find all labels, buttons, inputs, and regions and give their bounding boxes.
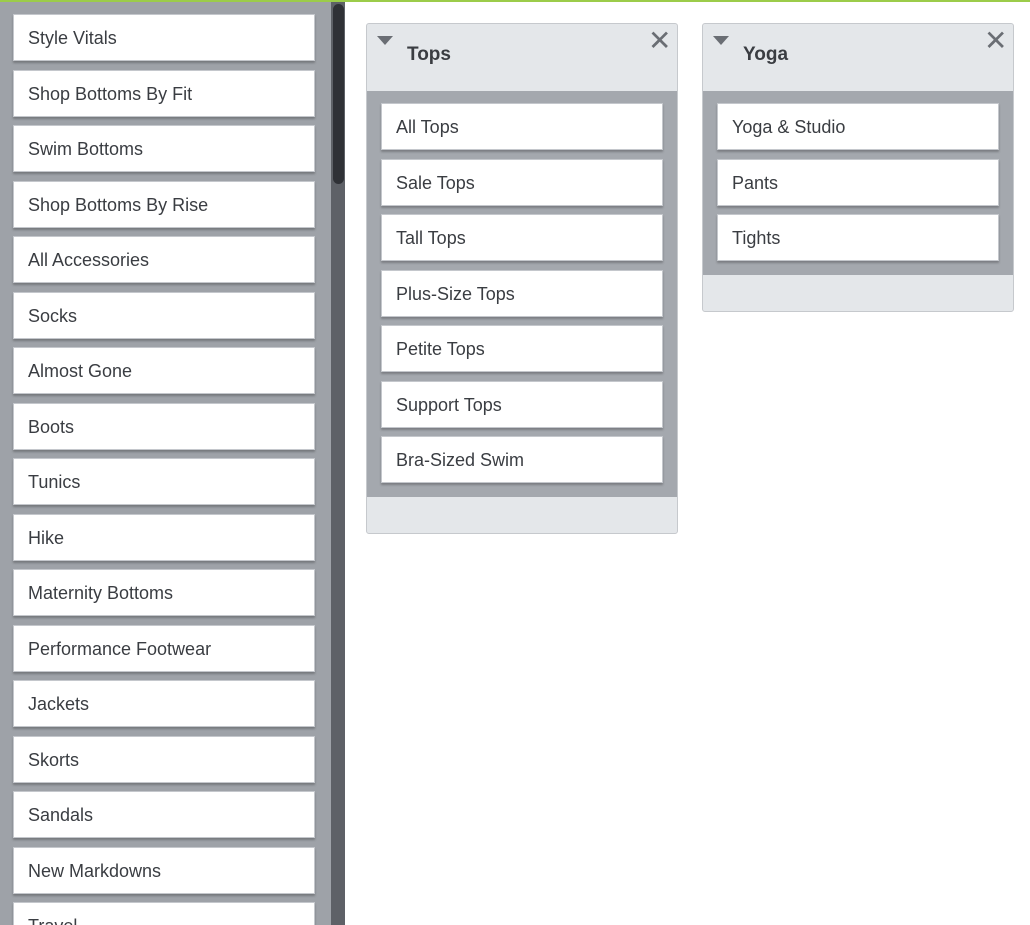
sidebar-item[interactable]: Shop Bottoms By Rise (13, 180, 315, 228)
sidebar-item[interactable]: Style Vitals (13, 14, 315, 61)
sidebar-item[interactable]: Almost Gone (13, 347, 315, 394)
panel-item[interactable]: Tights (717, 214, 999, 261)
panel-item[interactable]: Petite Tops (381, 325, 663, 372)
category-sidebar: Style Vitals Shop Bottoms By Fit Swim Bo… (0, 2, 345, 925)
panel-yoga: Yoga ✕ Yoga & Studio Pants Tights (702, 23, 1014, 312)
close-icon[interactable]: ✕ (984, 27, 1007, 55)
sidebar-scrollbar-thumb[interactable] (333, 4, 344, 184)
panel-item[interactable]: Bra-Sized Swim (381, 436, 663, 483)
sidebar-item[interactable]: Hike (13, 513, 315, 561)
close-icon[interactable]: ✕ (648, 27, 671, 55)
sidebar-item[interactable]: Tunics (13, 458, 315, 505)
panel-header: Tops ✕ (367, 24, 677, 91)
panel-item[interactable]: Support Tops (381, 380, 663, 428)
triangle-down-icon[interactable] (713, 36, 729, 45)
panel-drop-zone[interactable] (367, 497, 677, 533)
panel-tops: Tops ✕ All Tops Sale Tops Tall Tops Plus… (366, 23, 678, 534)
panel-item[interactable]: Plus-Size Tops (381, 269, 663, 317)
panel-item[interactable]: All Tops (381, 103, 663, 150)
sidebar-item[interactable]: Socks (13, 291, 315, 339)
panel-item-list: Yoga & Studio Pants Tights (703, 91, 1013, 275)
sidebar-item[interactable]: Jackets (13, 680, 315, 727)
panel-item[interactable]: Tall Tops (381, 214, 663, 261)
sidebar-item[interactable]: Travel (13, 902, 315, 925)
sidebar-item[interactable]: Boots (13, 402, 315, 450)
sidebar-item[interactable]: New Markdowns (13, 846, 315, 894)
sidebar-item[interactable]: Swim Bottoms (13, 125, 315, 172)
triangle-down-icon[interactable] (377, 36, 393, 45)
panel-title: Tops (407, 44, 451, 65)
panel-header: Yoga ✕ (703, 24, 1013, 91)
sidebar-item[interactable]: Maternity Bottoms (13, 569, 315, 616)
panel-item[interactable]: Pants (717, 158, 999, 206)
panel-item[interactable]: Yoga & Studio (717, 103, 999, 150)
sidebar-item[interactable]: Sandals (13, 791, 315, 838)
panel-item-list: All Tops Sale Tops Tall Tops Plus-Size T… (367, 91, 677, 497)
sidebar-item[interactable]: All Accessories (13, 236, 315, 283)
panel-item[interactable]: Sale Tops (381, 158, 663, 206)
sidebar-item[interactable]: Performance Footwear (13, 624, 315, 672)
panel-title: Yoga (743, 44, 789, 65)
sidebar-item[interactable]: Shop Bottoms By Fit (13, 69, 315, 117)
sidebar-item[interactable]: Skorts (13, 735, 315, 783)
panel-drop-zone[interactable] (703, 275, 1013, 311)
